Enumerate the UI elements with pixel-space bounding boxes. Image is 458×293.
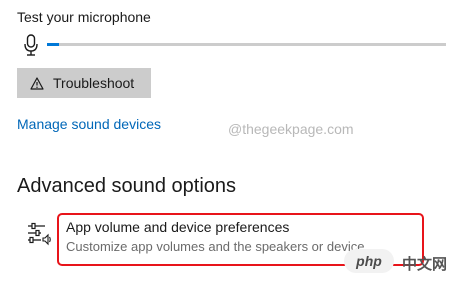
watermark-php-badge: php [344, 249, 394, 273]
troubleshoot-label: Troubleshoot [53, 75, 135, 91]
troubleshoot-button[interactable]: Troubleshoot [17, 68, 151, 98]
app-volume-preferences-title[interactable]: App volume and device preferences [66, 219, 289, 235]
microphone-test-label: Test your microphone [17, 9, 151, 25]
sliders-speaker-icon [28, 222, 51, 246]
advanced-sound-options-heading: Advanced sound options [17, 175, 237, 197]
warning-icon [30, 76, 44, 90]
watermark-text: 中文网 [402, 256, 448, 273]
microphone-icon [24, 34, 38, 56]
microphone-level-fill [47, 43, 59, 46]
manage-sound-devices-link[interactable]: Manage sound devices [17, 116, 161, 132]
watermark-site: @thegeekpage.com [228, 121, 354, 137]
app-volume-preferences-subtitle: Customize app volumes and the speakers o… [66, 239, 365, 254]
microphone-level-meter [47, 43, 446, 46]
